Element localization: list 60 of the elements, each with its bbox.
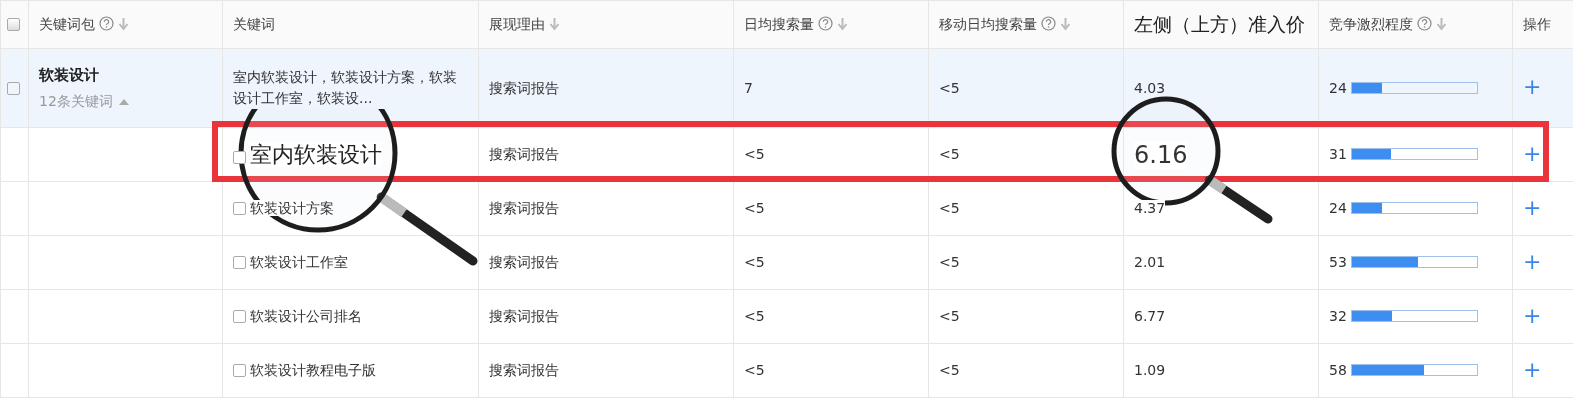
- reason-text: 搜索词报告: [489, 362, 559, 378]
- column-header: 关键词: [233, 16, 275, 32]
- sort-icon[interactable]: [1436, 17, 1447, 31]
- checkbox[interactable]: [233, 364, 246, 377]
- add-button[interactable]: +: [1523, 250, 1542, 273]
- mobile-search-volume: <5: [939, 254, 960, 270]
- keyword-count: 12条关键词: [39, 92, 113, 109]
- column-header: 移动日均搜索量: [939, 16, 1037, 32]
- checkbox[interactable]: [233, 151, 246, 164]
- checkbox[interactable]: [233, 310, 246, 323]
- add-button[interactable]: +: [1523, 142, 1542, 165]
- price-text: 2.01: [1134, 254, 1166, 270]
- price-text: 6.16: [1134, 140, 1188, 169]
- competition-score: 31: [1329, 146, 1347, 162]
- checkbox[interactable]: [233, 256, 246, 269]
- sort-icon[interactable]: [837, 17, 848, 31]
- price-text: 6.77: [1134, 308, 1166, 324]
- column-header: 左侧（上方）准入价: [1134, 13, 1305, 36]
- reason-text: 搜索词报告: [489, 79, 559, 96]
- add-button[interactable]: +: [1523, 358, 1542, 381]
- add-button[interactable]: +: [1523, 304, 1542, 327]
- mobile-search-volume: <5: [939, 308, 960, 324]
- reason-text: 搜索词报告: [489, 254, 559, 270]
- add-button[interactable]: +: [1523, 196, 1542, 219]
- reason-text: 搜索词报告: [489, 200, 559, 216]
- sort-icon[interactable]: [118, 17, 129, 31]
- checkbox[interactable]: [7, 18, 20, 31]
- keyword-text: 室内软装设计: [250, 142, 382, 167]
- keyword-text: 软装设计工作室: [250, 254, 348, 270]
- reason-text: 搜索词报告: [489, 308, 559, 324]
- keyword-text: 软装设计方案: [250, 200, 334, 216]
- column-header: 操作: [1523, 16, 1551, 32]
- group-name: 软装设计: [39, 65, 100, 87]
- sort-icon[interactable]: [549, 17, 560, 31]
- keyword-text: 软装设计教程电子版: [250, 362, 376, 378]
- competition-score: 53: [1329, 254, 1347, 270]
- mobile-search-volume: <5: [939, 362, 960, 378]
- column-header: 展现理由: [489, 16, 545, 32]
- price-text: 1.09: [1134, 362, 1166, 378]
- checkbox[interactable]: [233, 202, 246, 215]
- keyword-text: 软装设计公司排名: [250, 308, 362, 324]
- caret-icon[interactable]: [118, 98, 129, 105]
- competition-score: 58: [1329, 362, 1347, 378]
- search-volume: <5: [744, 254, 765, 270]
- search-volume: <5: [744, 362, 765, 378]
- sort-icon[interactable]: [1060, 17, 1071, 31]
- competition-score: 32: [1329, 308, 1347, 324]
- price-text: 4.37: [1134, 200, 1166, 216]
- search-volume: <5: [744, 146, 765, 162]
- search-volume: <5: [744, 308, 765, 324]
- reason-text: 搜索词报告: [489, 146, 559, 162]
- column-header: 竞争激烈程度: [1329, 16, 1413, 32]
- competition-score: 24: [1329, 200, 1347, 216]
- search-volume: <5: [744, 200, 765, 216]
- column-header: 关键词包: [39, 16, 95, 32]
- checkbox[interactable]: [7, 81, 20, 95]
- mobile-search-volume: <5: [939, 200, 960, 216]
- mobile-search-volume: <5: [939, 146, 960, 162]
- column-header: 日均搜索量: [744, 16, 814, 32]
- add-button[interactable]: +: [1523, 76, 1542, 98]
